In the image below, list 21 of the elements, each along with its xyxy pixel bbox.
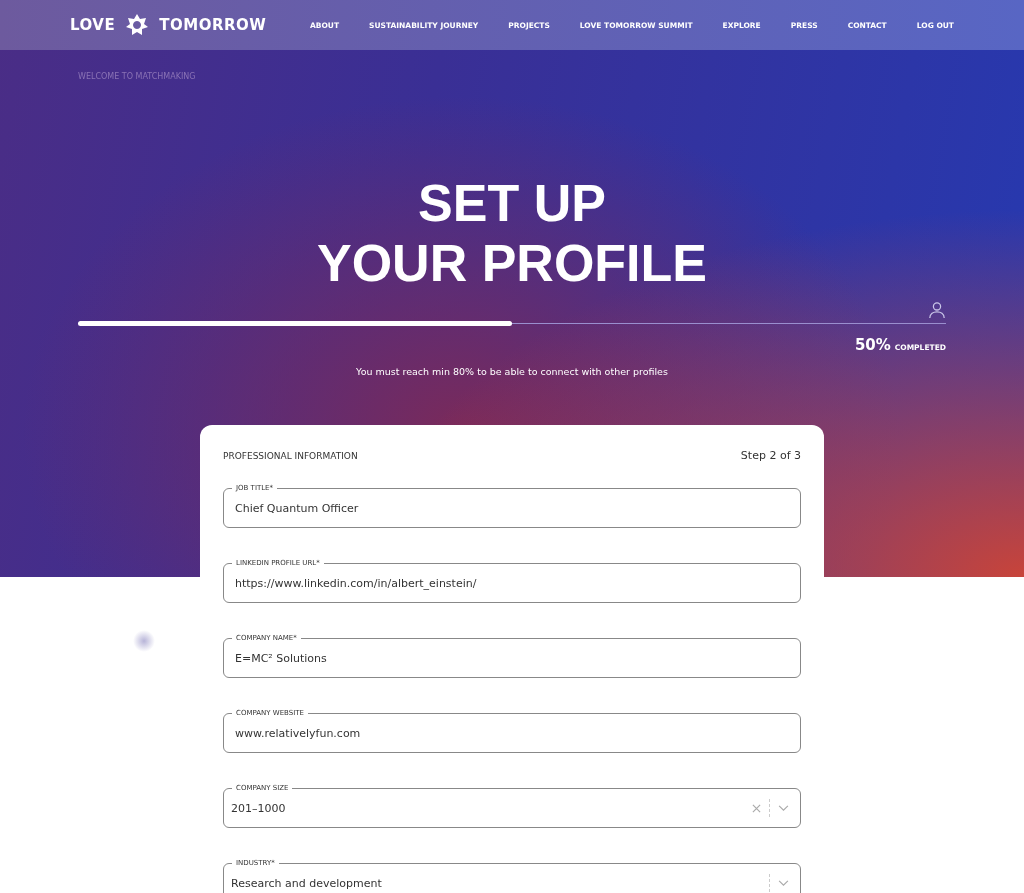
clear-icon[interactable] xyxy=(752,803,761,813)
logo-text: TOMORROW xyxy=(159,16,267,34)
blur-dot xyxy=(133,630,155,652)
page-title: YOUR PROFILE xyxy=(317,233,707,293)
chevron-down-icon[interactable] xyxy=(778,879,789,887)
field-value: https://www.linkedin.com/in/albert_einstein/ xyxy=(235,576,478,590)
field-value: 201–1000 xyxy=(231,801,287,815)
field-value: www.relativelyfun.com xyxy=(235,726,362,740)
progress-percent: 50% xyxy=(854,336,891,354)
step-indicator: Step 2 of 3 xyxy=(740,449,801,462)
field-value: Chief Quantum Officer xyxy=(235,501,360,515)
chevron-down-icon[interactable] xyxy=(778,804,789,812)
logo-text: LOVE xyxy=(70,16,116,34)
hint-text: You must reach min 80% to be able to connect with other profiles xyxy=(355,366,669,377)
user-icon xyxy=(928,301,946,319)
field-value: E=MC² Solutions xyxy=(235,651,328,665)
section-title: PROFESSIONAL INFORMATION xyxy=(223,450,358,461)
page-title: SET UP xyxy=(418,173,606,233)
star-logo-icon xyxy=(125,13,150,37)
breadcrumb: WELCOME TO MATCHMAKING xyxy=(78,72,197,81)
field-value: Research and development xyxy=(231,876,383,890)
